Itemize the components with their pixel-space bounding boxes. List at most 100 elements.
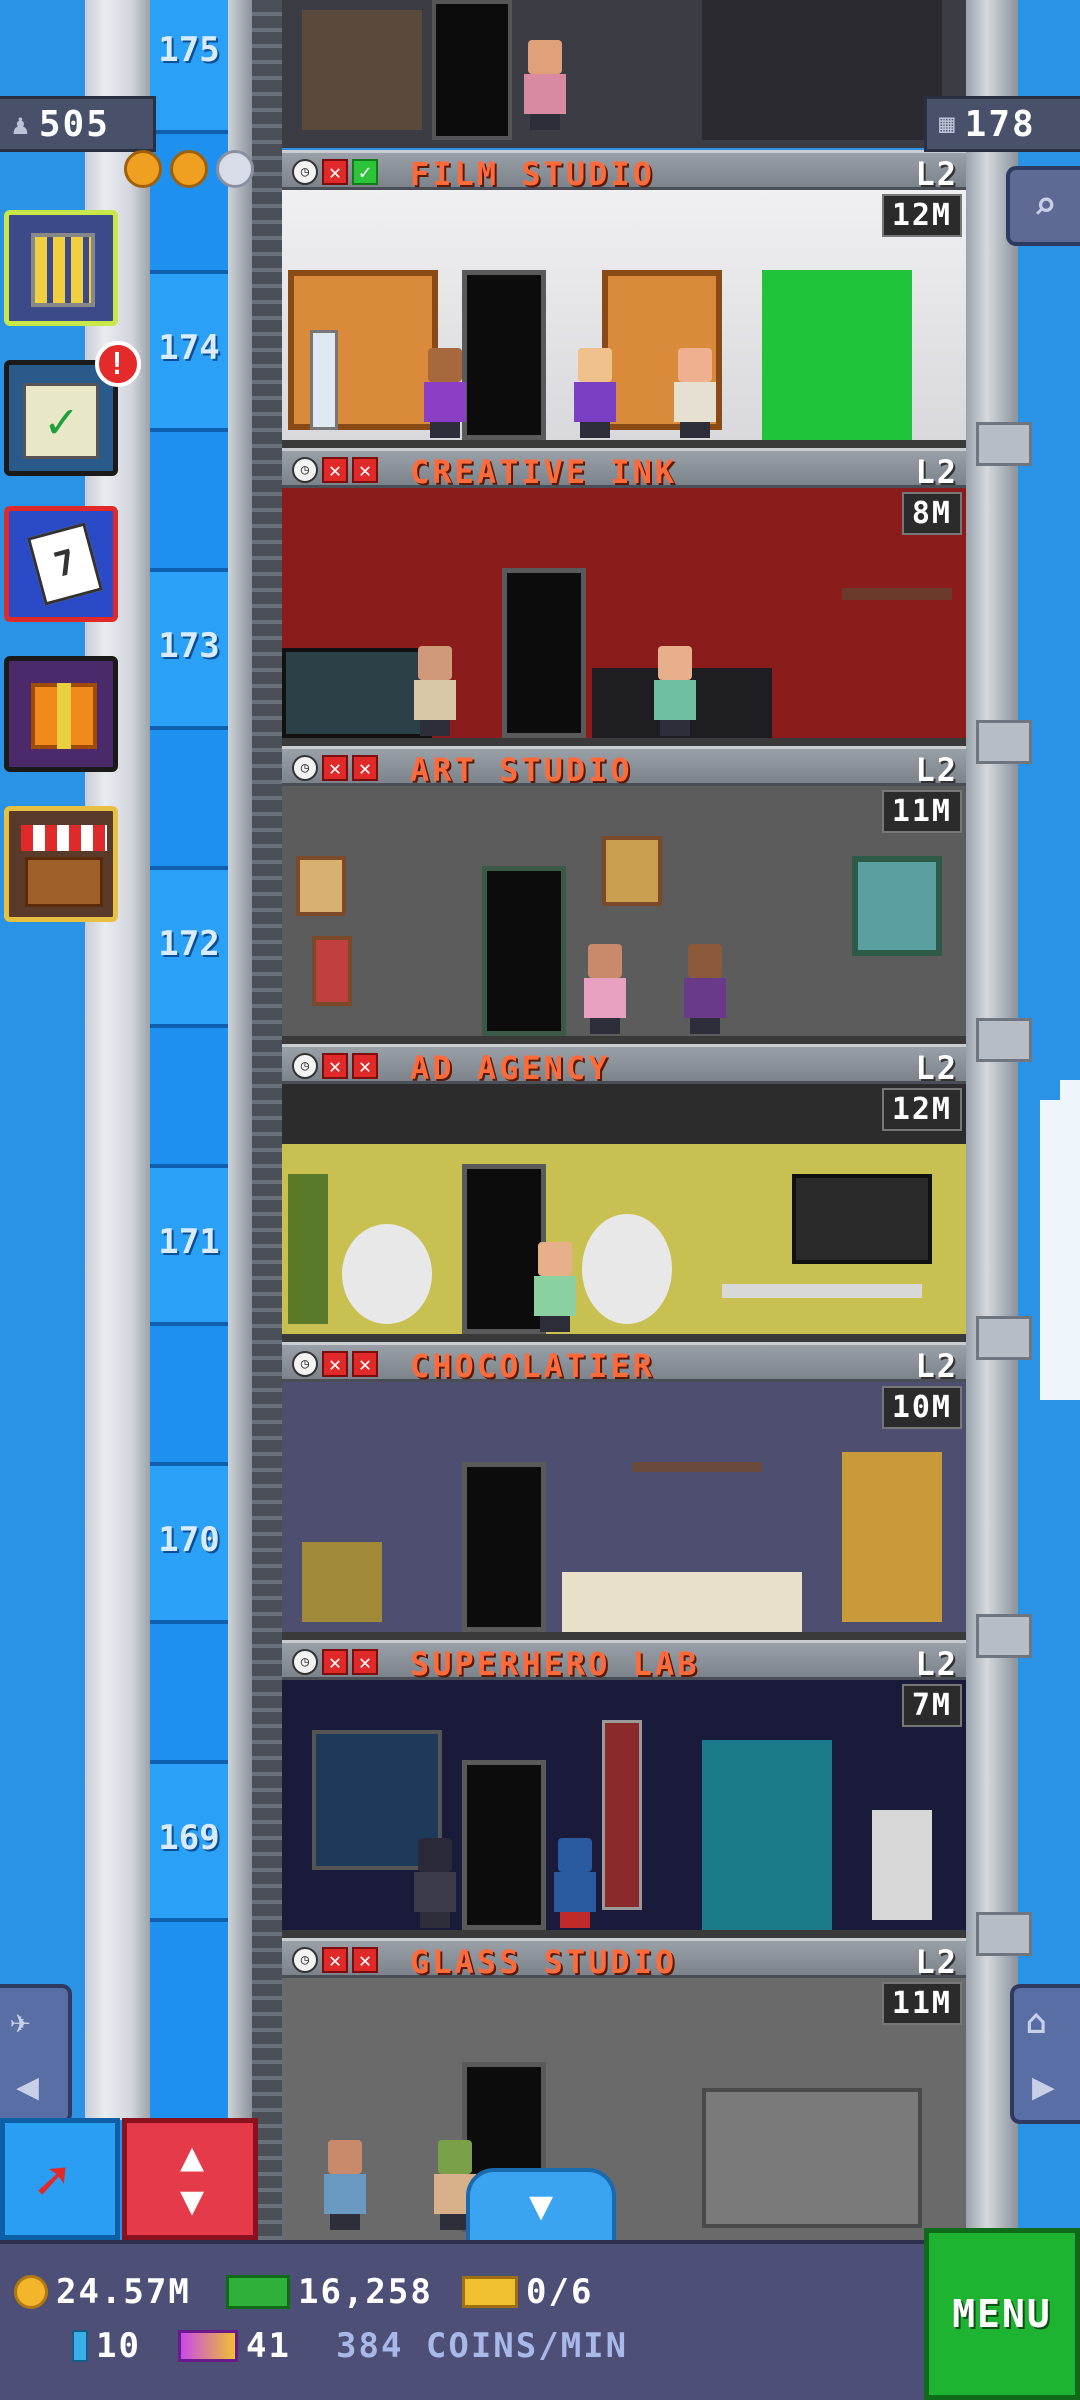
shaft-floor-number: 171: [158, 1222, 220, 1262]
bitizen[interactable]: [412, 646, 458, 736]
room-interior[interactable]: [282, 488, 966, 746]
checklist-icon: ✓: [23, 383, 99, 459]
bitizen[interactable]: [422, 348, 468, 438]
golden-tickets-stat: 41: [178, 2326, 291, 2366]
floor-header: ◷ ✕ ✕ ART STUDIO L2: [282, 746, 966, 789]
floor-timer: 11M: [881, 790, 962, 833]
floor-name: SUPERHERO LAB: [410, 1645, 700, 1683]
painting: [296, 856, 346, 916]
coin-icon: [14, 2275, 48, 2309]
shop-icon: [21, 825, 107, 851]
x-icon: ✕: [352, 1053, 378, 1079]
search-button[interactable]: ⌕: [1006, 166, 1080, 246]
door: [462, 270, 546, 440]
menu-button[interactable]: MENU: [924, 2228, 1080, 2400]
bitizen[interactable]: [412, 1838, 458, 1928]
shop-counter: [25, 857, 103, 907]
edit-button[interactable]: ➚: [0, 2118, 120, 2240]
daily-calendar-button[interactable]: 7: [4, 506, 118, 622]
x-icon: ✕: [322, 1053, 348, 1079]
building-grid-icon: [31, 233, 95, 307]
wall-bracket: [976, 1018, 1032, 1062]
gift-button[interactable]: [4, 656, 118, 772]
clock-icon: ◷: [292, 1649, 318, 1675]
x-icon: ✕: [352, 457, 378, 483]
green-screen: [762, 270, 912, 440]
bitizen[interactable]: [672, 348, 718, 438]
scroll-down-button[interactable]: ▼: [466, 2168, 616, 2240]
gift-ribbon: [57, 683, 71, 749]
shaft-floor-number: 174: [158, 328, 220, 368]
x-icon: ✕: [322, 1947, 348, 1973]
clock-icon: ◷: [292, 457, 318, 483]
vip-stat: 10: [72, 2326, 141, 2366]
room-interior[interactable]: [282, 1680, 966, 1938]
star-icon: [170, 150, 208, 188]
bitizen[interactable]: [652, 646, 698, 736]
wall-bracket: [976, 1614, 1032, 1658]
floor-count[interactable]: ▦ 178: [924, 96, 1080, 152]
room-interior[interactable]: [282, 1084, 966, 1342]
coins-value: 24.57M: [56, 2272, 191, 2312]
floor-header: ◷ ✕ ✕ CREATIVE INK L2: [282, 448, 966, 491]
bitizen[interactable]: [532, 1242, 578, 1332]
room-interior[interactable]: [282, 1978, 966, 2240]
pencil-icon: ➚: [35, 2149, 69, 2214]
coins-stat: 24.57M: [14, 2272, 191, 2312]
floor-level: L2: [915, 1049, 958, 1087]
shelf: [632, 1462, 762, 1472]
floor-level: L2: [915, 1943, 958, 1981]
bitizen[interactable]: [572, 348, 618, 438]
floor-art-studio[interactable]: ◷ ✕ ✕ ART STUDIO L2 11M: [282, 746, 966, 1044]
door: [432, 0, 512, 140]
floor-header: ◷ ✕ ✕ AD AGENCY L2: [282, 1044, 966, 1087]
population-counter[interactable]: ♟ 505: [0, 96, 156, 152]
x-icon: ✕: [322, 755, 348, 781]
x-icon: ✕: [322, 159, 348, 185]
building-icon: ▦: [939, 109, 957, 139]
vip-value: 10: [96, 2326, 141, 2366]
tickets-stat: 0/6: [462, 2272, 593, 2312]
floor-chocolatier[interactable]: ◷ ✕ ✕ CHOCOLATIER L2 10M: [282, 1342, 966, 1640]
up-down-arrows-icon: ▲ ▼: [179, 2134, 205, 2224]
home-icon: ⌂: [1026, 2002, 1047, 2042]
floor-base: [282, 1930, 966, 1938]
floor-ad-agency[interactable]: ◷ ✕ ✕ AD AGENCY L2 12M: [282, 1044, 966, 1342]
clock-icon: ◷: [292, 1351, 318, 1377]
bitizen[interactable]: [582, 944, 628, 1034]
bitizen[interactable]: [682, 944, 728, 1034]
arrow-left-icon: ◀: [16, 2064, 39, 2108]
vip-icon: [72, 2330, 88, 2362]
tower-overview-button[interactable]: [4, 210, 118, 326]
furniture: [302, 10, 422, 130]
visit-right-button[interactable]: ⌂ ▶: [1010, 1984, 1080, 2124]
kiosk: [872, 1810, 932, 1920]
visit-left-button[interactable]: ✈ ◀: [0, 1984, 72, 2124]
door: [482, 866, 566, 1036]
floor-creative-ink[interactable]: ◷ ✕ ✕ CREATIVE INK L2 8M: [282, 448, 966, 746]
floor-glass-studio[interactable]: ◷ ✕ ✕ GLASS STUDIO L2 11M: [282, 1938, 966, 2240]
golden-tickets-value: 41: [246, 2326, 291, 2366]
floor-film-studio[interactable]: ◷ ✕ ✓ FILM STUDIO L2 12M: [282, 150, 966, 448]
floor-175-room[interactable]: [282, 0, 966, 148]
painting: [602, 836, 662, 906]
bitizen[interactable]: [522, 40, 568, 130]
floor-base: [282, 1632, 966, 1640]
floor-superhero-lab[interactable]: ◷ ✕ ✕ SUPERHERO LAB L2 7M: [282, 1640, 966, 1938]
elevator-button[interactable]: ▲ ▼: [122, 2118, 258, 2240]
bitizen[interactable]: [322, 2140, 368, 2230]
shelf: [702, 2088, 922, 2228]
bitizen[interactable]: [552, 1838, 598, 1928]
room-interior[interactable]: [282, 1382, 966, 1640]
x-icon: ✕: [322, 457, 348, 483]
room-interior[interactable]: [282, 190, 966, 448]
floor-header: ◷ ✕ ✕ GLASS STUDIO L2: [282, 1938, 966, 1981]
market-stall-button[interactable]: [4, 806, 118, 922]
floor-count-value: 178: [964, 103, 1036, 145]
floor-timer: 8M: [901, 492, 962, 535]
clock-icon: ◷: [292, 159, 318, 185]
plane-icon: ✈: [10, 2002, 31, 2042]
room-interior[interactable]: [282, 786, 966, 1044]
missions-button[interactable]: ✓ !: [4, 341, 141, 476]
shelf: [842, 588, 952, 600]
